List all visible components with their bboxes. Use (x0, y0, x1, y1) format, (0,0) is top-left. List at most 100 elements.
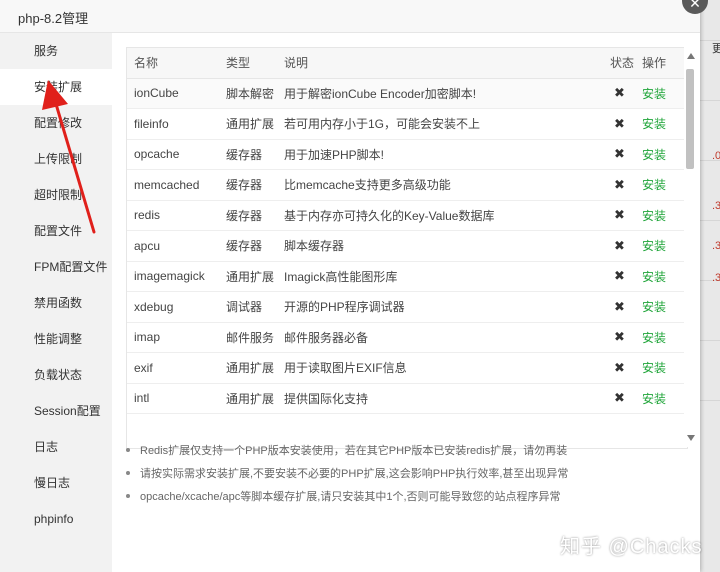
extension-name: exif (134, 360, 153, 375)
status-not-installed-icon: ✖ (614, 237, 625, 253)
sidebar-item-disabled-functions[interactable]: 禁用函数 (0, 285, 112, 321)
sidebar-item-session-config[interactable]: Session配置 (0, 393, 112, 429)
dialog-titlebar: php-8.2管理 (0, 0, 700, 33)
note-item: opcache/xcache/apc等脚本缓存扩展,请只安装其中1个,否则可能导… (126, 488, 561, 504)
extension-description: 提供国际化支持 (284, 391, 369, 406)
extension-name: intl (134, 391, 150, 406)
sidebar-item-load-status[interactable]: 负载状态 (0, 357, 112, 393)
sidebar-item-config-file[interactable]: 配置文件 (0, 213, 112, 249)
sidebar-item-phpinfo[interactable]: phpinfo (0, 501, 112, 537)
table-row: memcached 缓存器 比memcache支持更多高级功能 ✖ 安装 (127, 170, 687, 201)
extension-name: fileinfo (134, 116, 169, 131)
note-text: 请按实际需求安装扩展,不要安装不必要的PHP扩展,这会影响PHP执行效率,甚至出… (140, 468, 569, 480)
sidebar-item-performance-tuning[interactable]: 性能调整 (0, 321, 112, 357)
extension-description: 邮件服务器必备 (284, 330, 369, 345)
table-row: opcache 缓存器 用于加速PHP脚本! ✖ 安装 (127, 139, 687, 170)
status-not-installed-icon: ✖ (614, 329, 625, 345)
status-not-installed-icon: ✖ (614, 268, 625, 284)
extension-description: 用于加速PHP脚本! (284, 147, 385, 162)
column-header-status: 状态 (603, 48, 635, 79)
table-row: redis 缓存器 基于内存亦可持久化的Key-Value数据库 ✖ 安装 (127, 200, 687, 231)
install-button[interactable]: 安装 (635, 109, 687, 140)
install-button[interactable]: 安装 (635, 200, 687, 231)
install-button[interactable]: 安装 (635, 383, 687, 414)
main-panel: 名称 类型 说明 状态 操作 ionCube 脚本解密 用于解密ionCube En… (112, 33, 700, 572)
status-not-installed-icon: ✖ (614, 85, 625, 101)
status-not-installed-icon: ✖ (614, 176, 625, 192)
extension-type: 通用扩展 (226, 391, 275, 406)
table-row: apcu 缓存器 脚本缓存器 ✖ 安装 (127, 231, 687, 262)
extension-description: 比memcache支持更多高级功能 (284, 178, 451, 193)
extension-name: apcu (134, 238, 161, 253)
install-button[interactable]: 安装 (635, 139, 687, 170)
extensions-table: 名称 类型 说明 状态 操作 ionCube 脚本解密 用于解密ionCube En… (127, 48, 687, 414)
column-header-description: 说明 (277, 48, 603, 79)
status-not-installed-icon: ✖ (614, 298, 625, 314)
column-header-type: 类型 (219, 48, 277, 79)
table-row: fileinfo 通用扩展 若可用内存小于1G，可能会安装不上 ✖ 安装 (127, 109, 687, 140)
sidebar-item-upload-limit[interactable]: 上传限制 (0, 141, 112, 177)
extension-name: imap (134, 330, 161, 345)
extension-description: 基于内存亦可持久化的Key-Value数据库 (284, 208, 495, 223)
sidebar-item-fpm-config-file[interactable]: FPM配置文件 (0, 249, 112, 285)
install-button[interactable]: 安装 (635, 353, 687, 384)
bullet-icon (126, 471, 130, 476)
extension-name: opcache (134, 147, 180, 162)
extension-description: 若可用内存小于1G，可能会安装不上 (284, 117, 481, 132)
install-button[interactable]: 安装 (635, 78, 687, 109)
extension-description: 脚本缓存器 (284, 239, 345, 254)
sidebar-item-install-extensions[interactable]: 安装扩展 (0, 69, 112, 105)
dialog-title: php-8.2管理 (18, 11, 89, 26)
status-not-installed-icon: ✖ (614, 390, 625, 406)
extension-type: 缓存器 (226, 147, 263, 162)
install-button[interactable]: 安装 (635, 322, 687, 353)
scroll-thumb[interactable] (686, 69, 694, 169)
extension-type: 通用扩展 (226, 269, 275, 284)
extension-type: 通用扩展 (226, 361, 275, 376)
extension-name: memcached (134, 177, 200, 192)
background-text: 更 (712, 43, 720, 55)
extension-description: Imagick高性能图形库 (284, 269, 398, 284)
watermark: 知乎 @Chacks (560, 536, 703, 558)
sidebar-item-timeout-limit[interactable]: 超时限制 (0, 177, 112, 213)
extensions-table-container: 名称 类型 说明 状态 操作 ionCube 脚本解密 用于解密ionCube En… (126, 47, 688, 449)
note-item: Redis扩展仅支持一个PHP版本安装使用，若在其它PHP版本已安装redis扩… (126, 442, 567, 458)
table-row: intl 通用扩展 提供国际化支持 ✖ 安装 (127, 383, 687, 414)
scroll-down-arrow-icon[interactable] (687, 435, 695, 441)
bullet-icon (126, 494, 130, 499)
background-text: .3 (712, 200, 720, 212)
install-button[interactable]: 安装 (635, 231, 687, 262)
sidebar-item-service[interactable]: 服务 (0, 33, 112, 69)
status-not-installed-icon: ✖ (614, 146, 625, 162)
table-row: exif 通用扩展 用于读取图片EXIF信息 ✖ 安装 (127, 353, 687, 384)
install-button[interactable]: 安装 (635, 292, 687, 323)
background-window-strip (700, 0, 720, 572)
extension-description: 开源的PHP程序调试器 (284, 300, 405, 315)
note-item: 请按实际需求安装扩展,不要安装不必要的PHP扩展,这会影响PHP执行效率,甚至出… (126, 465, 568, 481)
status-not-installed-icon: ✖ (614, 359, 625, 375)
sidebar-item-log[interactable]: 日志 (0, 429, 112, 465)
background-text: .0 (712, 150, 720, 162)
install-button[interactable]: 安装 (635, 170, 687, 201)
extension-type: 通用扩展 (226, 117, 275, 132)
column-header-action: 操作 (635, 48, 687, 79)
extension-type: 调试器 (226, 300, 263, 315)
background-text: .3 (712, 240, 720, 252)
note-text: opcache/xcache/apc等脚本缓存扩展,请只安装其中1个,否则可能导… (140, 491, 561, 503)
install-button[interactable]: 安装 (635, 261, 687, 292)
extension-name: ionCube (134, 86, 179, 101)
bullet-icon (126, 448, 130, 453)
column-header-name: 名称 (127, 48, 219, 79)
extension-name: imagemagick (134, 269, 205, 284)
status-not-installed-icon: ✖ (614, 207, 625, 223)
sidebar-item-config-edit[interactable]: 配置修改 (0, 105, 112, 141)
note-text: Redis扩展仅支持一个PHP版本安装使用，若在其它PHP版本已安装redis扩… (140, 445, 568, 457)
extension-type: 邮件服务 (226, 330, 275, 345)
table-scrollbar[interactable] (684, 47, 698, 447)
extension-type: 脚本解密 (226, 86, 275, 101)
scroll-up-arrow-icon[interactable] (687, 53, 695, 59)
extension-type: 缓存器 (226, 178, 263, 193)
table-row: imagemagick 通用扩展 Imagick高性能图形库 ✖ 安装 (127, 261, 687, 292)
status-not-installed-icon: ✖ (614, 115, 625, 131)
sidebar-item-slow-log[interactable]: 慢日志 (0, 465, 112, 501)
